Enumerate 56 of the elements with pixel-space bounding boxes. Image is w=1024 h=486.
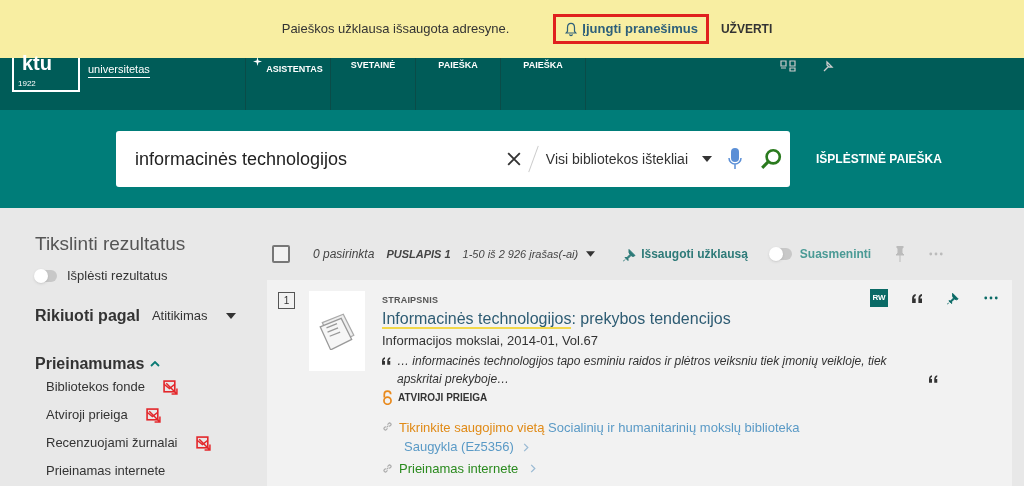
result-snippet: … informacinės technologijos tapo esminiu raidos ir plėtros veiksniu tiek įmonių veikloje, tiek apskritai prekyboje…	[397, 353, 888, 388]
bell-icon	[564, 21, 579, 37]
result-number: 1	[278, 292, 295, 309]
pin-icon	[623, 246, 638, 262]
result-title[interactable]: Informacinės technologijos: prekybos tendencijos	[382, 308, 982, 329]
scope-dropdown[interactable]: Visi bibliotekos ištekliai	[545, 148, 712, 170]
chevron-icon	[150, 360, 161, 367]
quote-icon	[929, 375, 938, 383]
selected-count: 0 pasirinkta	[313, 246, 375, 263]
exclude-icon[interactable]	[145, 407, 161, 423]
search-field[interactable]: informacinės technologijos Visi bibliotekos ištekliai	[116, 131, 790, 187]
caret-icon	[702, 156, 712, 162]
online-link[interactable]: Prieinamas internete	[399, 459, 519, 479]
result-type: STRAIPSNIS	[382, 294, 439, 307]
logo-subtitle: universitetas	[88, 60, 150, 78]
logo-text: ktu	[22, 53, 52, 73]
availability-heading[interactable]: Prieinamumas	[35, 351, 267, 376]
select-all-checkbox[interactable]	[272, 245, 290, 263]
more-icon[interactable]	[984, 296, 998, 300]
filter-option[interactable]: Atviroji prieiga	[46, 405, 128, 425]
toggle-switch[interactable]	[35, 269, 57, 282]
result-source: Informacijos mokslai, 2014-01, Vol.67	[382, 331, 600, 350]
save-query-button[interactable]: Išsaugoti užklausą	[623, 245, 748, 263]
filter-option[interactable]: Prieinamas internete	[46, 461, 166, 481]
quote-icon	[912, 293, 923, 303]
sort-label: Rikiuoti pagal	[35, 305, 140, 326]
filter-option[interactable]: Recenzuojami žurnalai	[46, 433, 178, 453]
caret-icon	[225, 312, 236, 319]
advanced-search-link[interactable]: IŠPLĖSTINĖ PAIEŠKA	[816, 150, 942, 168]
sort-dropdown[interactable]: Atitikimas	[151, 305, 236, 326]
link-icon	[382, 463, 393, 475]
close-button[interactable]: UŽVERTI	[720, 20, 773, 38]
logo-year: 1922	[18, 78, 37, 90]
toggle-label: Išplėsti rezultatus	[67, 267, 168, 285]
microphone-icon[interactable]	[728, 147, 742, 171]
link-icon	[382, 421, 393, 432]
notify-button[interactable]: Įjungti pranešimus	[553, 14, 709, 44]
qr-code-icon[interactable]	[778, 60, 798, 72]
exclude-icon[interactable]	[163, 379, 178, 395]
location-status: Tikrinkite saugojimo vietą	[399, 420, 545, 435]
pin-icon[interactable]	[947, 291, 960, 305]
caret-icon	[586, 251, 596, 257]
sidebar-title: Tikslinti rezultatus	[35, 232, 187, 256]
document-icon	[316, 312, 358, 350]
filter-option[interactable]: Bibliotekos fonde	[46, 377, 145, 397]
export-badge[interactable]: RW	[870, 289, 888, 307]
search-icon[interactable]	[760, 148, 782, 170]
quote-icon	[382, 357, 391, 365]
clear-icon[interactable]	[506, 152, 521, 166]
access-label: ATVIROJI PRIEIGA	[398, 391, 488, 405]
range-dropdown[interactable]: 1-50 iš 2 926 įrašas(-ai)	[462, 245, 596, 263]
page-number: PUSLAPIS 1	[386, 246, 451, 262]
toggle-switch[interactable]	[769, 248, 792, 260]
exclude-icon[interactable]	[195, 435, 211, 451]
sparkle-icon	[253, 57, 263, 66]
banner-message: Paieškos užklausa išsaugota adresyne.	[281, 20, 510, 39]
